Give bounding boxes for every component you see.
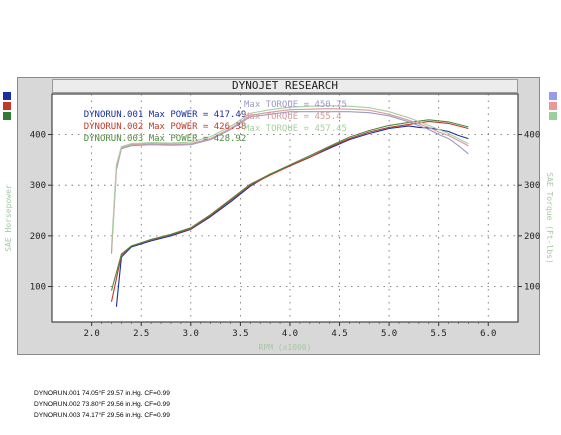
y-tick-label-left-3: 400 [30, 131, 46, 141]
x-tick-label-4: 4.0 [282, 329, 298, 339]
x-tick-label-2: 3.0 [183, 329, 199, 339]
weather-line-3: DYNORUN.003 74.17°F 29.56 in.Hg. CF=0.99 [34, 412, 170, 419]
y-tick-label-right-2: 300 [524, 181, 540, 191]
y-tick-label-right-1: 200 [524, 232, 540, 242]
legend-run-1-torque: Max TORQUE = 450.75 [244, 100, 347, 110]
x-tick-label-3: 3.5 [232, 329, 248, 339]
plot-area: 2.0 2.5 3.0 3.5 4.0 4.5 5.0 5.5 6.0 100 100 200 200 3… [4, 93, 554, 352]
legend-run-3-torque: Max TORQUE = 457.45 [244, 124, 347, 134]
legend-run-3-power: Max POWER = 428.92 [143, 134, 247, 144]
y-tick-label-right-0: 100 [524, 283, 540, 293]
x-tick-label-5: 4.5 [331, 329, 347, 339]
legend-run-3: DYNORUN.003 Max POWER = 428.92 [62, 124, 247, 154]
x-tick-label-8: 6.0 [480, 329, 496, 339]
y-tick-label-left-1: 200 [30, 232, 46, 242]
y-tick-label-right-3: 400 [524, 131, 540, 141]
y-axis-label-right: SAE Torque (Ft-lbs) [545, 172, 554, 264]
x-tick-label-6: 5.0 [381, 329, 397, 339]
y-tick-label-left-2: 300 [30, 181, 46, 191]
weather-line-2: DYNORUN.002 73.80°F 29.56 in.Hg. CF=0.99 [34, 401, 170, 408]
y-axis-label-left: SAE Horsepower [4, 184, 13, 252]
x-tick-label-7: 5.5 [431, 329, 447, 339]
weather-line-1: DYNORUN.001 74.05°F 29.57 in.Hg. CF=0.99 [34, 390, 170, 397]
x-tick-label-1: 2.5 [133, 329, 149, 339]
legend-run-2-torque: Max TORQUE = 455.4 [244, 112, 342, 122]
weather-info: DYNORUN.001 74.05°F 29.57 in.Hg. CF=0.99… [34, 388, 170, 421]
y-tick-label-left-0: 100 [30, 283, 46, 293]
x-axis-label: RPM (x1000) [259, 343, 312, 352]
legend-run-3-name: DYNORUN.003 [83, 134, 144, 144]
x-tick-label-0: 2.0 [84, 329, 100, 339]
